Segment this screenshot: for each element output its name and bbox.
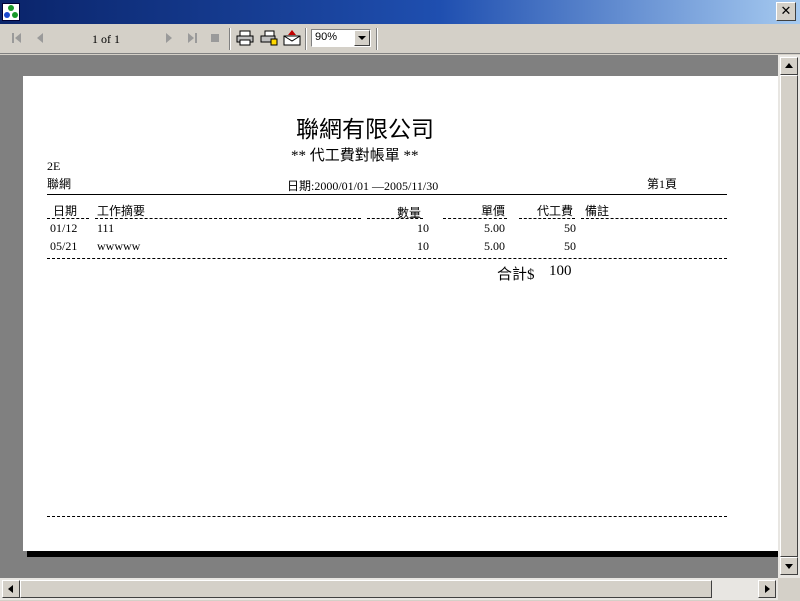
report-page: 聯網有限公司 ** 代工費對帳單 ** 2E 聯網 日期:2000/01/01 … [23, 76, 778, 551]
page-number: 第1頁 [647, 177, 678, 191]
row-desc: wwwww [97, 239, 141, 253]
zoom-dropdown-button[interactable] [354, 30, 370, 46]
column-header-note: 備註 [585, 204, 610, 218]
row-price: 5.00 [484, 221, 505, 235]
total-label: 合計$ [497, 267, 535, 283]
scroll-down-button[interactable] [780, 557, 798, 575]
row-date: 05/21 [50, 239, 78, 253]
first-page-icon[interactable] [10, 31, 24, 45]
total-value: 100 [549, 263, 572, 279]
arrow-up-icon [785, 63, 793, 68]
header-rule [47, 194, 727, 195]
app-icon [2, 3, 20, 21]
column-header-date: 日期 [53, 204, 78, 218]
page-shadow [27, 551, 778, 557]
column-header-desc: 工作摘要 [97, 204, 146, 218]
report-title: ** 代工費對帳單 ** [291, 148, 419, 164]
row-qty: 10 [417, 221, 429, 235]
column-header-fee: 代工費 [536, 204, 573, 218]
horizontal-scrollbar[interactable] [0, 578, 778, 600]
title-bar: ✕ [0, 0, 800, 24]
column-underline [519, 218, 575, 219]
arrow-right-icon [765, 585, 770, 593]
horizontal-scroll-thumb[interactable] [20, 580, 712, 598]
print-icon[interactable] [236, 30, 254, 46]
column-underline [581, 218, 727, 219]
date-range: 日期:2000/01/01 —2005/11/30 [287, 179, 439, 193]
vertical-scroll-thumb[interactable] [780, 75, 798, 557]
scrollbar-corner [778, 578, 800, 600]
row-fee: 50 [564, 221, 576, 235]
row-fee: 50 [564, 239, 576, 253]
print-setup-icon[interactable] [260, 30, 278, 46]
export-icon[interactable] [283, 30, 301, 46]
toolbar-separator [376, 28, 378, 50]
toolbar-separator [305, 28, 307, 50]
row-desc: 111 [97, 221, 115, 235]
customer-name: 聯網 [47, 177, 72, 191]
toolbar-separator [229, 28, 231, 50]
next-page-icon[interactable] [162, 31, 176, 45]
row-qty: 10 [417, 239, 429, 253]
scroll-up-button[interactable] [780, 57, 798, 75]
company-name: 聯網有限公司 [296, 117, 434, 142]
column-underline [47, 218, 89, 219]
stop-icon[interactable] [208, 31, 222, 45]
scroll-right-button[interactable] [758, 580, 776, 598]
page-indicator: 1 of 1 [92, 32, 120, 46]
arrow-left-icon [8, 585, 13, 593]
row-date: 01/12 [50, 221, 78, 235]
column-underline [367, 218, 423, 219]
report-toolbar: 1 of 1 90% [0, 24, 800, 54]
column-header-price: 單價 [480, 204, 505, 218]
vertical-scrollbar[interactable] [778, 55, 800, 578]
footer-rule [47, 516, 727, 517]
last-page-icon[interactable] [185, 31, 199, 45]
customer-code: 2E [47, 159, 61, 173]
preview-viewport: 聯網有限公司 ** 代工費對帳單 ** 2E 聯網 日期:2000/01/01 … [0, 55, 778, 578]
arrow-down-icon [785, 564, 793, 569]
close-icon[interactable]: ✕ [776, 2, 796, 21]
zoom-select[interactable]: 90% [311, 29, 371, 47]
scroll-left-button[interactable] [2, 580, 20, 598]
previous-page-icon[interactable] [33, 31, 47, 45]
zoom-value: 90% [315, 31, 338, 43]
column-underline [443, 218, 507, 219]
table-bottom-rule [47, 258, 727, 259]
chevron-down-icon [358, 36, 366, 40]
row-price: 5.00 [484, 239, 505, 253]
column-underline [95, 218, 361, 219]
